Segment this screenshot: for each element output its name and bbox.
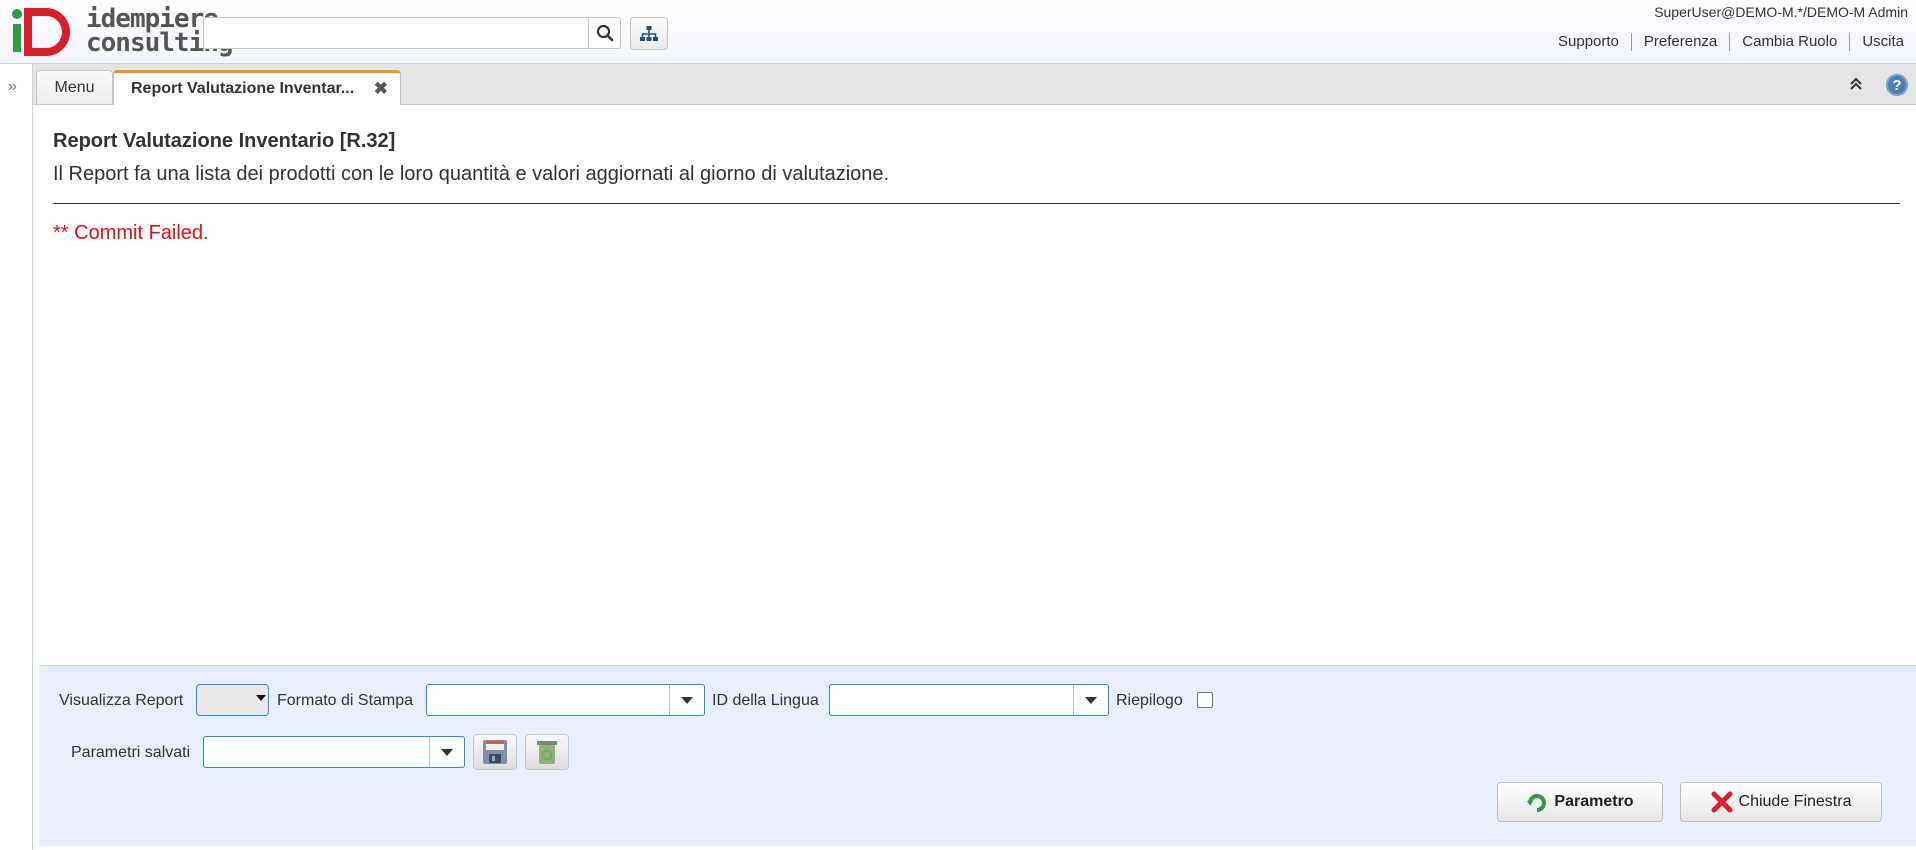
help-icon[interactable]: ? <box>1886 74 1908 96</box>
print-format-combobox[interactable] <box>426 684 705 716</box>
chevron-down-icon <box>256 695 266 701</box>
close-window-button-label: Chiude Finestra <box>1738 793 1852 810</box>
idempiere-logo[interactable]: idempiere consulting <box>10 6 234 58</box>
chevron-down-icon[interactable] <box>1073 685 1108 715</box>
menu-tree-button[interactable] <box>630 17 668 50</box>
tab-menu[interactable]: Menu <box>36 70 113 104</box>
page-title: Report Valutazione Inventario [R.32] <box>53 130 396 152</box>
summary-checkbox[interactable] <box>1197 692 1213 708</box>
link-change-role[interactable]: Cambia Ruolo <box>1729 33 1849 51</box>
view-report-label: Visualizza Report <box>59 692 184 709</box>
chevron-down-icon[interactable] <box>669 685 704 715</box>
refresh-arrow-icon <box>1526 791 1548 813</box>
chevron-down-icon[interactable] <box>429 737 464 767</box>
logo-mark-icon <box>12 8 70 56</box>
close-window-button[interactable]: Chiude Finestra <box>1680 782 1882 822</box>
save-params-button[interactable] <box>473 734 517 770</box>
parameter-button[interactable]: Parametro <box>1497 782 1663 822</box>
error-message: ** Commit Failed. <box>53 222 209 244</box>
print-format-label: Formato di Stampa <box>277 692 414 709</box>
saved-params-label: Parametri salvati <box>71 744 191 761</box>
user-role-label: SuperUser@DEMO-M.*/DEMO-M Admin <box>1654 4 1908 20</box>
summary-label: Riepilogo <box>1116 692 1183 709</box>
link-support[interactable]: Supporto <box>1546 33 1631 51</box>
divider <box>53 203 1900 204</box>
header-links: Supporto Preferenza Cambia Ruolo Uscita <box>1546 33 1916 51</box>
search-button[interactable] <box>589 17 621 49</box>
process-description-text: Il Report fa una lista dei prodotti con … <box>53 163 890 185</box>
window-tabbar: Menu Report Valutazione Inventar... ✖ ? <box>33 64 1916 105</box>
link-logout[interactable]: Uscita <box>1849 33 1916 51</box>
search-icon <box>596 24 613 42</box>
app-header: idempiere consulting SuperUser@DEMO-M.*/… <box>0 0 1916 64</box>
report-options-panel: Visualizza Report Formato di Stampa ID d… <box>39 665 1916 846</box>
expand-panel-icon[interactable]: » <box>8 78 17 96</box>
saved-params-combobox[interactable] <box>203 736 465 768</box>
tab-report-label: Report Valutazione Inventar... <box>131 80 355 97</box>
global-search-input[interactable] <box>203 17 589 49</box>
close-x-icon <box>1711 791 1733 813</box>
floppy-disk-icon <box>483 740 507 764</box>
trash-bin-icon <box>537 741 557 764</box>
language-combobox[interactable] <box>829 684 1109 716</box>
language-label: ID della Lingua <box>712 692 819 709</box>
sitemap-icon <box>640 25 658 41</box>
process-description: Report Valutazione Inventario [R.32] Il … <box>53 128 1901 245</box>
collapse-header-icon[interactable] <box>1849 77 1863 96</box>
view-report-select[interactable] <box>196 684 269 716</box>
delete-params-button[interactable] <box>525 734 569 770</box>
tab-report-active[interactable]: Report Valutazione Inventar... ✖ <box>113 70 401 105</box>
close-tab-icon[interactable]: ✖ <box>374 79 388 99</box>
parameter-button-label: Parametro <box>1554 793 1634 810</box>
west-panel-collapsed: » <box>0 64 33 850</box>
link-preferences[interactable]: Preferenza <box>1630 33 1729 51</box>
